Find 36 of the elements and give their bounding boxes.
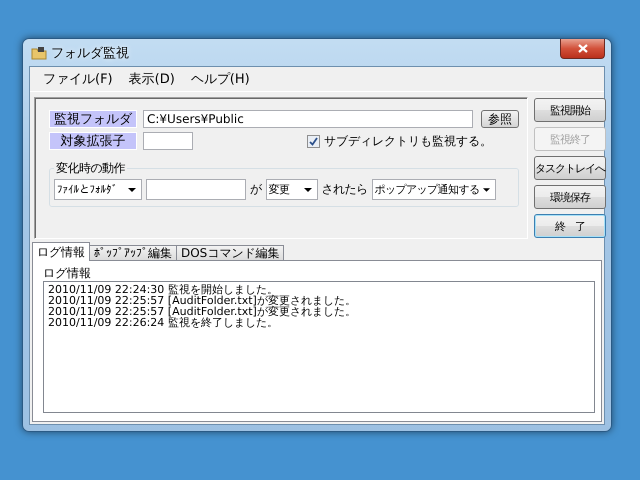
log-line: 2010/11/09 22:25:57 [AuditFolder.txt]が変更されました。: [48, 295, 357, 306]
pattern-field[interactable]: [146, 179, 246, 200]
menu-item[interactable]: ファイル(F): [36, 68, 120, 90]
field-label: 対象拡張子: [49, 132, 137, 150]
log-line: 2010/11/09 22:24:30 監視を開始しました。: [48, 284, 278, 295]
action-button[interactable]: タスクトレイへ: [534, 156, 606, 180]
target-dropdown[interactable]: ﾌｧｲﾙとﾌｫﾙﾀﾞ: [54, 179, 142, 200]
action-button[interactable]: 環境保存: [534, 185, 606, 209]
action-button[interactable]: 監視開始: [534, 98, 606, 122]
menu-item[interactable]: ヘルプ(H): [184, 68, 257, 90]
window-title: フォルダ監視: [51, 44, 129, 62]
change-dropdown[interactable]: 変更: [266, 179, 318, 200]
checkbox-label: サブディレクトリも監視する。: [324, 132, 492, 150]
action-dropdown[interactable]: ポップアップ通知する: [372, 179, 496, 200]
log-line: 2010/11/09 22:26:24 監視を終了しました。: [48, 317, 278, 328]
menu-item[interactable]: 表示(D): [122, 68, 182, 90]
close-icon: [578, 44, 588, 52]
log-title: ログ情報: [43, 265, 92, 281]
action-button[interactable]: 終 了: [534, 214, 606, 238]
dropdown-arrow-icon: [128, 188, 136, 192]
log-line: 2010/11/09 22:25:57 [AuditFolder.txt]が変更されました。: [48, 306, 357, 317]
tab[interactable]: DOSコマンド編集: [176, 245, 284, 261]
folder-icon: [31, 46, 47, 60]
browse-button[interactable]: 参照: [481, 110, 519, 128]
group-title: 変化時の動作: [55, 160, 126, 177]
tab[interactable]: ログ情報: [32, 242, 90, 261]
dropdown-arrow-icon: [482, 188, 490, 192]
close-button[interactable]: [560, 38, 605, 58]
connector-text: が: [250, 181, 262, 198]
connector-text: されたら: [322, 181, 368, 198]
checkbox[interactable]: [307, 134, 320, 148]
field-label: 監視フォルダ: [49, 110, 137, 128]
dropdown-arrow-icon: [304, 188, 312, 192]
folder-path-field[interactable]: C:¥Users¥Public: [143, 110, 473, 128]
tab[interactable]: ﾎﾟｯﾌﾟｱｯﾌﾟ編集: [89, 245, 177, 261]
extension-field[interactable]: [143, 132, 193, 150]
